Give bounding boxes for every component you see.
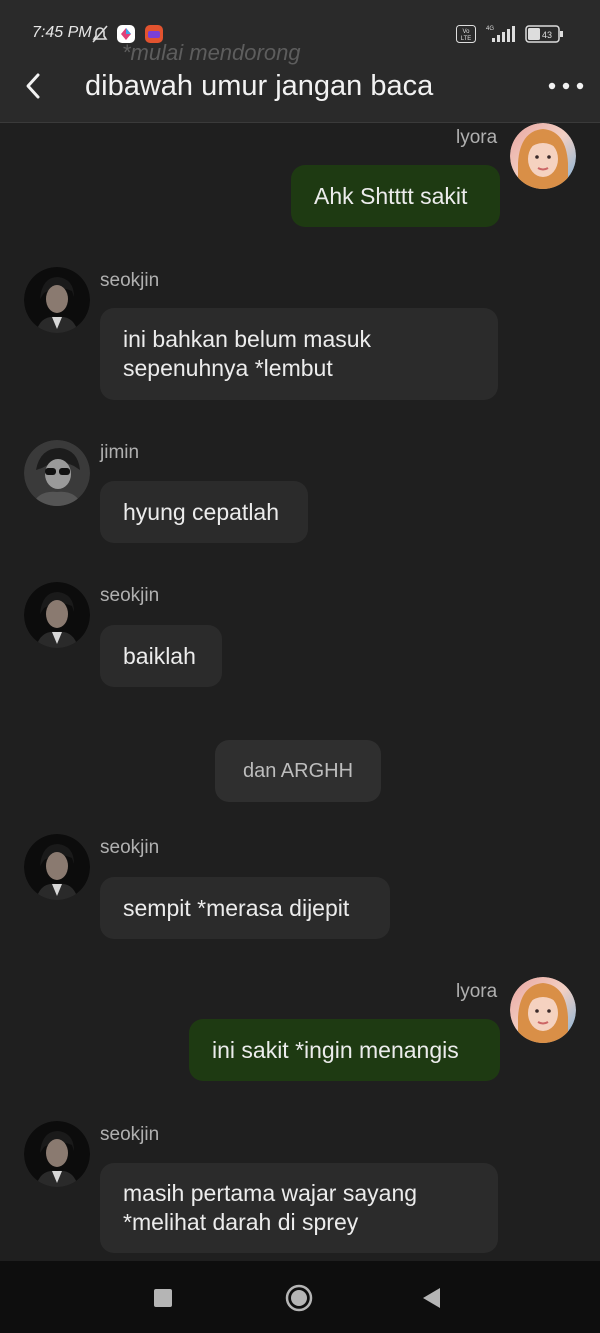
- message-bubble-incoming[interactable]: baiklah: [100, 625, 222, 687]
- signal-icon: 4G: [486, 26, 515, 42]
- muted-bell-icon: [92, 25, 108, 43]
- message-text-line: *melihat darah di sprey: [123, 1209, 359, 1235]
- seokjin-avatar[interactable]: [24, 267, 90, 333]
- back-icon[interactable]: [420, 1286, 444, 1310]
- narration-text: dan ARGHH: [242, 759, 354, 782]
- system-nav-bar: [0, 1261, 600, 1333]
- sender-name: seokjin: [100, 270, 160, 291]
- sender-name: seokjin: [100, 837, 160, 858]
- battery-icon: 43: [525, 25, 563, 43]
- svg-text:Vo: Vo: [462, 29, 470, 35]
- seokjin-avatar[interactable]: [24, 582, 90, 648]
- svg-text:4G: 4G: [486, 26, 494, 32]
- message-bubble-incoming[interactable]: ini bahkan belum masuk sepenuhnya *lembu…: [100, 308, 498, 400]
- narration-bubble[interactable]: dan ARGHH: [215, 740, 381, 802]
- sender-name: jimin: [100, 442, 140, 463]
- message-list[interactable]: lyora Ahk Shtttt sakit seokjin ini bahka…: [0, 123, 600, 1261]
- lyora-avatar[interactable]: [510, 123, 576, 189]
- back-arrow-icon[interactable]: [18, 70, 50, 102]
- more-options-icon[interactable]: [544, 72, 588, 100]
- message-bubble-outgoing[interactable]: Ahk Shtttt sakit: [291, 165, 500, 227]
- message-text: hyung cepatlah: [123, 498, 280, 525]
- battery-level: 43: [542, 30, 552, 40]
- jimin-avatar[interactable]: [24, 440, 90, 506]
- ghost-action-text: *mulai mendorong: [122, 40, 301, 65]
- home-icon[interactable]: [284, 1283, 314, 1313]
- recents-icon[interactable]: [153, 1288, 173, 1308]
- message-text-line: masih pertama wajar sayang: [123, 1180, 418, 1206]
- message-text: Ahk Shtttt sakit: [314, 182, 468, 209]
- message-text-line: sepenuhnya *lembut: [123, 355, 333, 381]
- message-bubble-incoming[interactable]: sempit *merasa dijepit: [100, 877, 390, 939]
- message-text-line: ini bahkan belum masuk: [123, 326, 372, 352]
- sender-name: lyora: [456, 127, 498, 148]
- message-bubble-incoming[interactable]: hyung cepatlah: [100, 481, 308, 543]
- message-text: sempit *merasa dijepit: [123, 894, 350, 921]
- seokjin-avatar[interactable]: [24, 834, 90, 900]
- status-time: 7:45 PM: [32, 24, 92, 41]
- seokjin-avatar[interactable]: [24, 1121, 90, 1187]
- sender-name: seokjin: [100, 585, 160, 606]
- chat-title: dibawah umur jangan baca: [85, 70, 434, 102]
- message-text: ini sakit *ingin menangis: [212, 1036, 459, 1063]
- message-text: baiklah: [123, 642, 196, 669]
- lyora-avatar[interactable]: [510, 977, 576, 1043]
- message-bubble-incoming[interactable]: masih pertama wajar sayang *melihat dara…: [100, 1163, 498, 1253]
- volte-icon: Vo LTE: [456, 25, 476, 43]
- message-bubble-outgoing[interactable]: ini sakit *ingin menangis: [189, 1019, 500, 1081]
- sender-name: lyora: [456, 981, 498, 1002]
- svg-text:LTE: LTE: [461, 36, 472, 42]
- sender-name: seokjin: [100, 1124, 160, 1145]
